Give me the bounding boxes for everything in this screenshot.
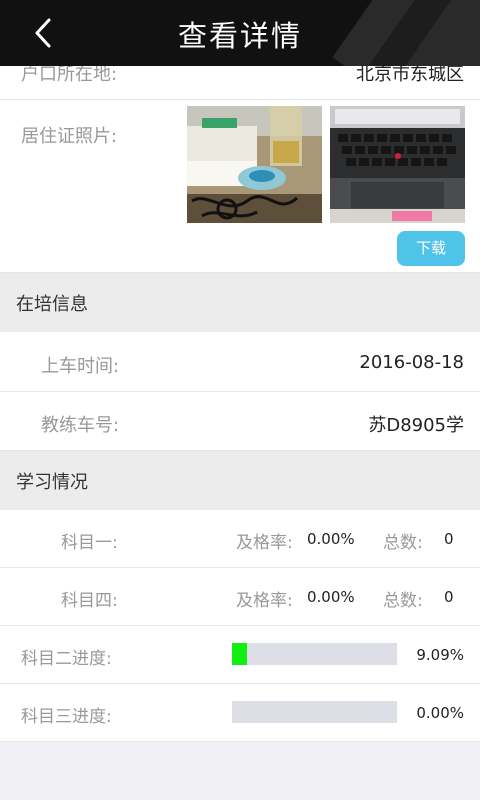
progress-percent: 0.00% <box>416 704 464 722</box>
progress-bar-fill <box>232 643 247 665</box>
progress-bar <box>232 701 397 723</box>
progress-bar <box>232 643 397 665</box>
coach-car-row: 教练车号: 苏D8905学 <box>0 392 480 451</box>
total-label: 总数: <box>383 533 423 553</box>
app-header: 查看详情 <box>0 0 480 66</box>
boarding-time-row: 上车时间: 2016-08-18 <box>0 332 480 392</box>
boarding-time-value: 2016-08-18 <box>359 352 464 373</box>
residence-permit-photo-1[interactable] <box>187 106 322 223</box>
study-section-header: 学习情况 <box>0 451 480 510</box>
coach-car-value: 苏D8905学 <box>368 415 464 436</box>
pass-rate-label: 及格率: <box>236 533 293 553</box>
subject-label: 科目一: <box>61 533 118 553</box>
photos-label: 居住证照片: <box>21 126 118 147</box>
progress-label: 科目三进度: <box>21 707 112 727</box>
study-section-title: 学习情况 <box>16 472 88 493</box>
training-section-header: 在培信息 <box>0 273 480 332</box>
subject-row: 科目一: 及格率: 0.00% 总数: 0 <box>0 510 480 568</box>
download-button[interactable]: 下载 <box>397 231 465 266</box>
page-title: 查看详情 <box>177 19 302 53</box>
progress-row: 科目三进度: 0.00% <box>0 684 480 742</box>
boarding-time-label: 上车时间: <box>41 356 120 377</box>
subject-row: 科目四: 及格率: 0.00% 总数: 0 <box>0 568 480 626</box>
progress-label: 科目二进度: <box>21 649 112 669</box>
subject-label: 科目四: <box>61 591 118 611</box>
pass-rate-value: 0.00% <box>307 588 355 606</box>
residence-permit-photo-2[interactable] <box>330 106 465 223</box>
total-label: 总数: <box>383 591 423 611</box>
pass-rate-label: 及格率: <box>236 591 293 611</box>
progress-row: 科目二进度: 9.09% <box>0 626 480 684</box>
pass-rate-value: 0.00% <box>307 530 355 548</box>
total-value: 0 <box>444 588 454 606</box>
progress-percent: 9.09% <box>416 646 464 664</box>
training-section-title: 在培信息 <box>16 294 88 315</box>
total-value: 0 <box>444 530 454 548</box>
coach-car-label: 教练车号: <box>41 415 120 436</box>
